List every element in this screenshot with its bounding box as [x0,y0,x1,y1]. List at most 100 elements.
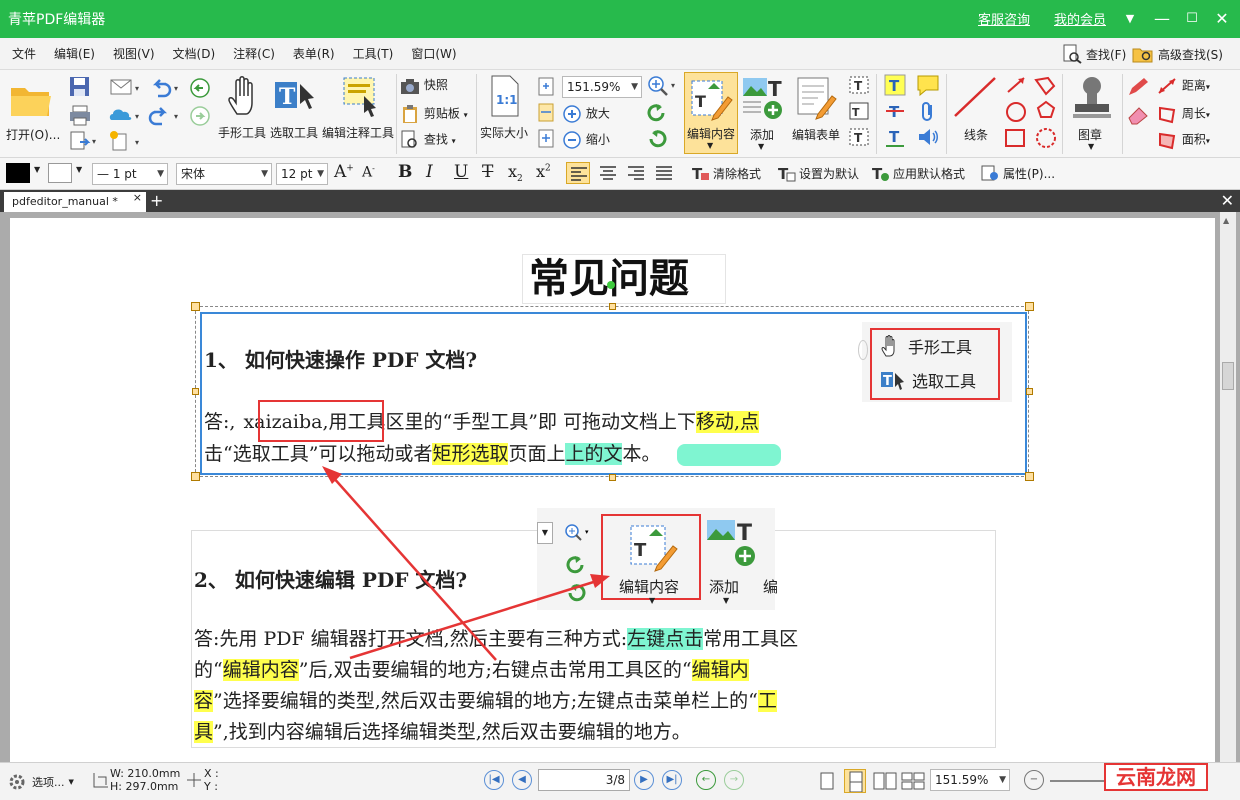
lines-button[interactable]: 线条 [950,74,1000,144]
snapshot-button[interactable]: 快照 [400,76,470,96]
forward-icon[interactable] [188,104,212,128]
cloud-upload-icon[interactable]: ▾ [108,104,144,126]
dropdown-icon[interactable]: ▼ [1118,8,1142,30]
history-forward-button[interactable]: → [724,770,744,790]
fit-page-icon[interactable] [536,76,556,96]
distance-button[interactable]: 距离▾ [1156,76,1240,96]
shapes-icon[interactable] [1002,74,1062,152]
hand-tool-button[interactable]: 手形工具 [218,74,270,144]
perimeter-button[interactable]: 周长▾ [1156,104,1240,124]
line-width-combo[interactable]: — 1 pt ▼ [92,163,168,185]
pdf-page[interactable]: 常见问题 1、 如何快速操作 PDF 文档? 答:, xaizaiba,用工具区里… [10,218,1215,762]
advanced-find-button[interactable]: 高级查找(S) [1132,44,1223,64]
underline-text-icon[interactable]: T [884,126,906,148]
zoom-out-button[interactable]: 缩小 [562,130,632,150]
status-zoom-out-button[interactable]: − [1024,770,1044,790]
note-icon[interactable] [916,74,940,96]
apply-default-button[interactable]: T 应用默认格式 [870,164,965,182]
undo-icon[interactable]: ▾ [148,76,182,98]
grow-font-icon[interactable]: A+ [334,162,354,182]
align-left-icon[interactable] [566,162,590,184]
edit-content-button[interactable]: T 编辑内容 ▼ [684,72,738,154]
zoom-in-button[interactable]: 放大 [562,104,632,124]
new-tab-icon[interactable]: + [150,190,163,212]
find-button[interactable]: 查找(F) [1062,44,1126,64]
align-justify-icon[interactable] [652,162,676,184]
find-tool-button[interactable]: 查找 ▾ [400,130,480,150]
highlight-text-icon[interactable]: T [884,74,906,96]
continuous-page-icon[interactable] [844,769,866,793]
last-page-button[interactable]: ▶| [662,770,682,790]
menu-view[interactable]: 视图(V) [113,45,155,62]
form-text-icon[interactable]: T [848,74,870,96]
facing-page-icon[interactable] [872,771,898,791]
status-zoom-combo[interactable]: 151.59% ▼ [930,769,1010,791]
subscript-icon[interactable]: x2 [508,162,523,184]
align-right-icon[interactable] [624,162,648,184]
page-number-input[interactable]: 3/8 [538,769,630,791]
close-button[interactable]: ✕ [1210,8,1234,30]
export-doc-icon[interactable]: ▾ [68,130,98,152]
clear-format-button[interactable]: T 清除格式 [690,164,761,182]
close-all-icon[interactable]: ✕ [1221,190,1234,212]
shrink-font-icon[interactable]: A- [362,164,375,181]
first-page-button[interactable]: |◀ [484,770,504,790]
scroll-thumb[interactable] [1222,362,1234,390]
set-default-button[interactable]: T 设置为默认 [776,164,859,182]
fill-color-swatch[interactable] [48,163,72,183]
member-link[interactable]: 我的会员 [1054,9,1106,28]
menu-edit[interactable]: 编辑(E) [54,45,95,62]
fit-width-icon[interactable] [536,102,556,122]
edit-annotation-tool-button[interactable]: 编辑注释工具 [322,74,394,144]
attachment-icon[interactable] [918,100,938,122]
menu-file[interactable]: 文件 [12,45,36,62]
history-back-button[interactable]: ← [696,770,716,790]
edit-form-button[interactable]: 编辑表单 [790,74,844,144]
bold-icon[interactable]: B [398,162,412,182]
print-icon[interactable] [68,104,92,126]
redo-icon[interactable]: ▾ [148,104,182,126]
strikethrough-icon[interactable]: T [482,162,493,182]
chevron-down-icon[interactable]: ▼ [34,165,40,174]
stamp-button[interactable]: 图章 ▼ [1064,74,1120,154]
maximize-button[interactable]: ☐ [1180,8,1204,30]
pencil-icon[interactable] [1126,76,1152,98]
area-button[interactable]: 面积▾ [1156,130,1240,150]
clipboard-button[interactable]: 剪贴板 ▾ [400,104,480,124]
menu-comment[interactable]: 注释(C) [233,45,275,62]
email-icon[interactable]: ▾ [108,76,144,98]
scroll-up-icon[interactable]: ▲ [1223,216,1229,225]
rotate-left-icon[interactable] [646,102,668,124]
new-doc-icon[interactable]: ▾ [108,130,144,152]
service-link[interactable]: 客服咨询 [978,9,1030,28]
menu-form[interactable]: 表单(R) [293,45,335,62]
tab-close-icon[interactable]: × [133,188,142,208]
font-combo[interactable]: 宋体 ▼ [176,163,272,185]
eraser-icon[interactable] [1126,104,1152,126]
tab-pdfeditor-manual[interactable]: pdfeditor_manual * × [4,191,146,212]
continuous-facing-icon[interactable] [900,771,926,791]
color-swatch[interactable] [6,163,30,183]
zoom-tool-icon[interactable]: ▾ [646,74,680,98]
italic-icon[interactable]: I [426,162,433,182]
fit-visible-icon[interactable] [536,128,556,148]
options-button[interactable]: 选项... ▼ [8,773,74,791]
properties-button[interactable]: 属性(P)... [980,164,1055,182]
actual-size-button[interactable]: 1:1 实际大小 [478,74,532,144]
open-button[interactable]: 打开(O)... [4,76,60,152]
menu-window[interactable]: 窗口(W) [411,45,456,62]
underline-icon[interactable]: U [454,162,468,182]
single-page-icon[interactable] [818,771,836,791]
chevron-down-icon[interactable]: ▼ [76,165,82,174]
font-size-combo[interactable]: 12 pt ▼ [276,163,328,185]
select-tool-button[interactable]: T 选取工具 [270,74,320,144]
menu-document[interactable]: 文档(D) [173,45,216,62]
save-icon[interactable] [68,76,92,98]
add-button[interactable]: T 添加 ▼ [740,74,788,154]
minimize-button[interactable]: — [1150,8,1174,30]
back-icon[interactable] [188,76,212,100]
zoom-combo[interactable]: 151.59% ▼ [562,76,642,98]
menu-tools[interactable]: 工具(T) [353,45,394,62]
align-center-icon[interactable] [596,162,620,184]
form-textbox-icon[interactable]: T [848,100,870,122]
